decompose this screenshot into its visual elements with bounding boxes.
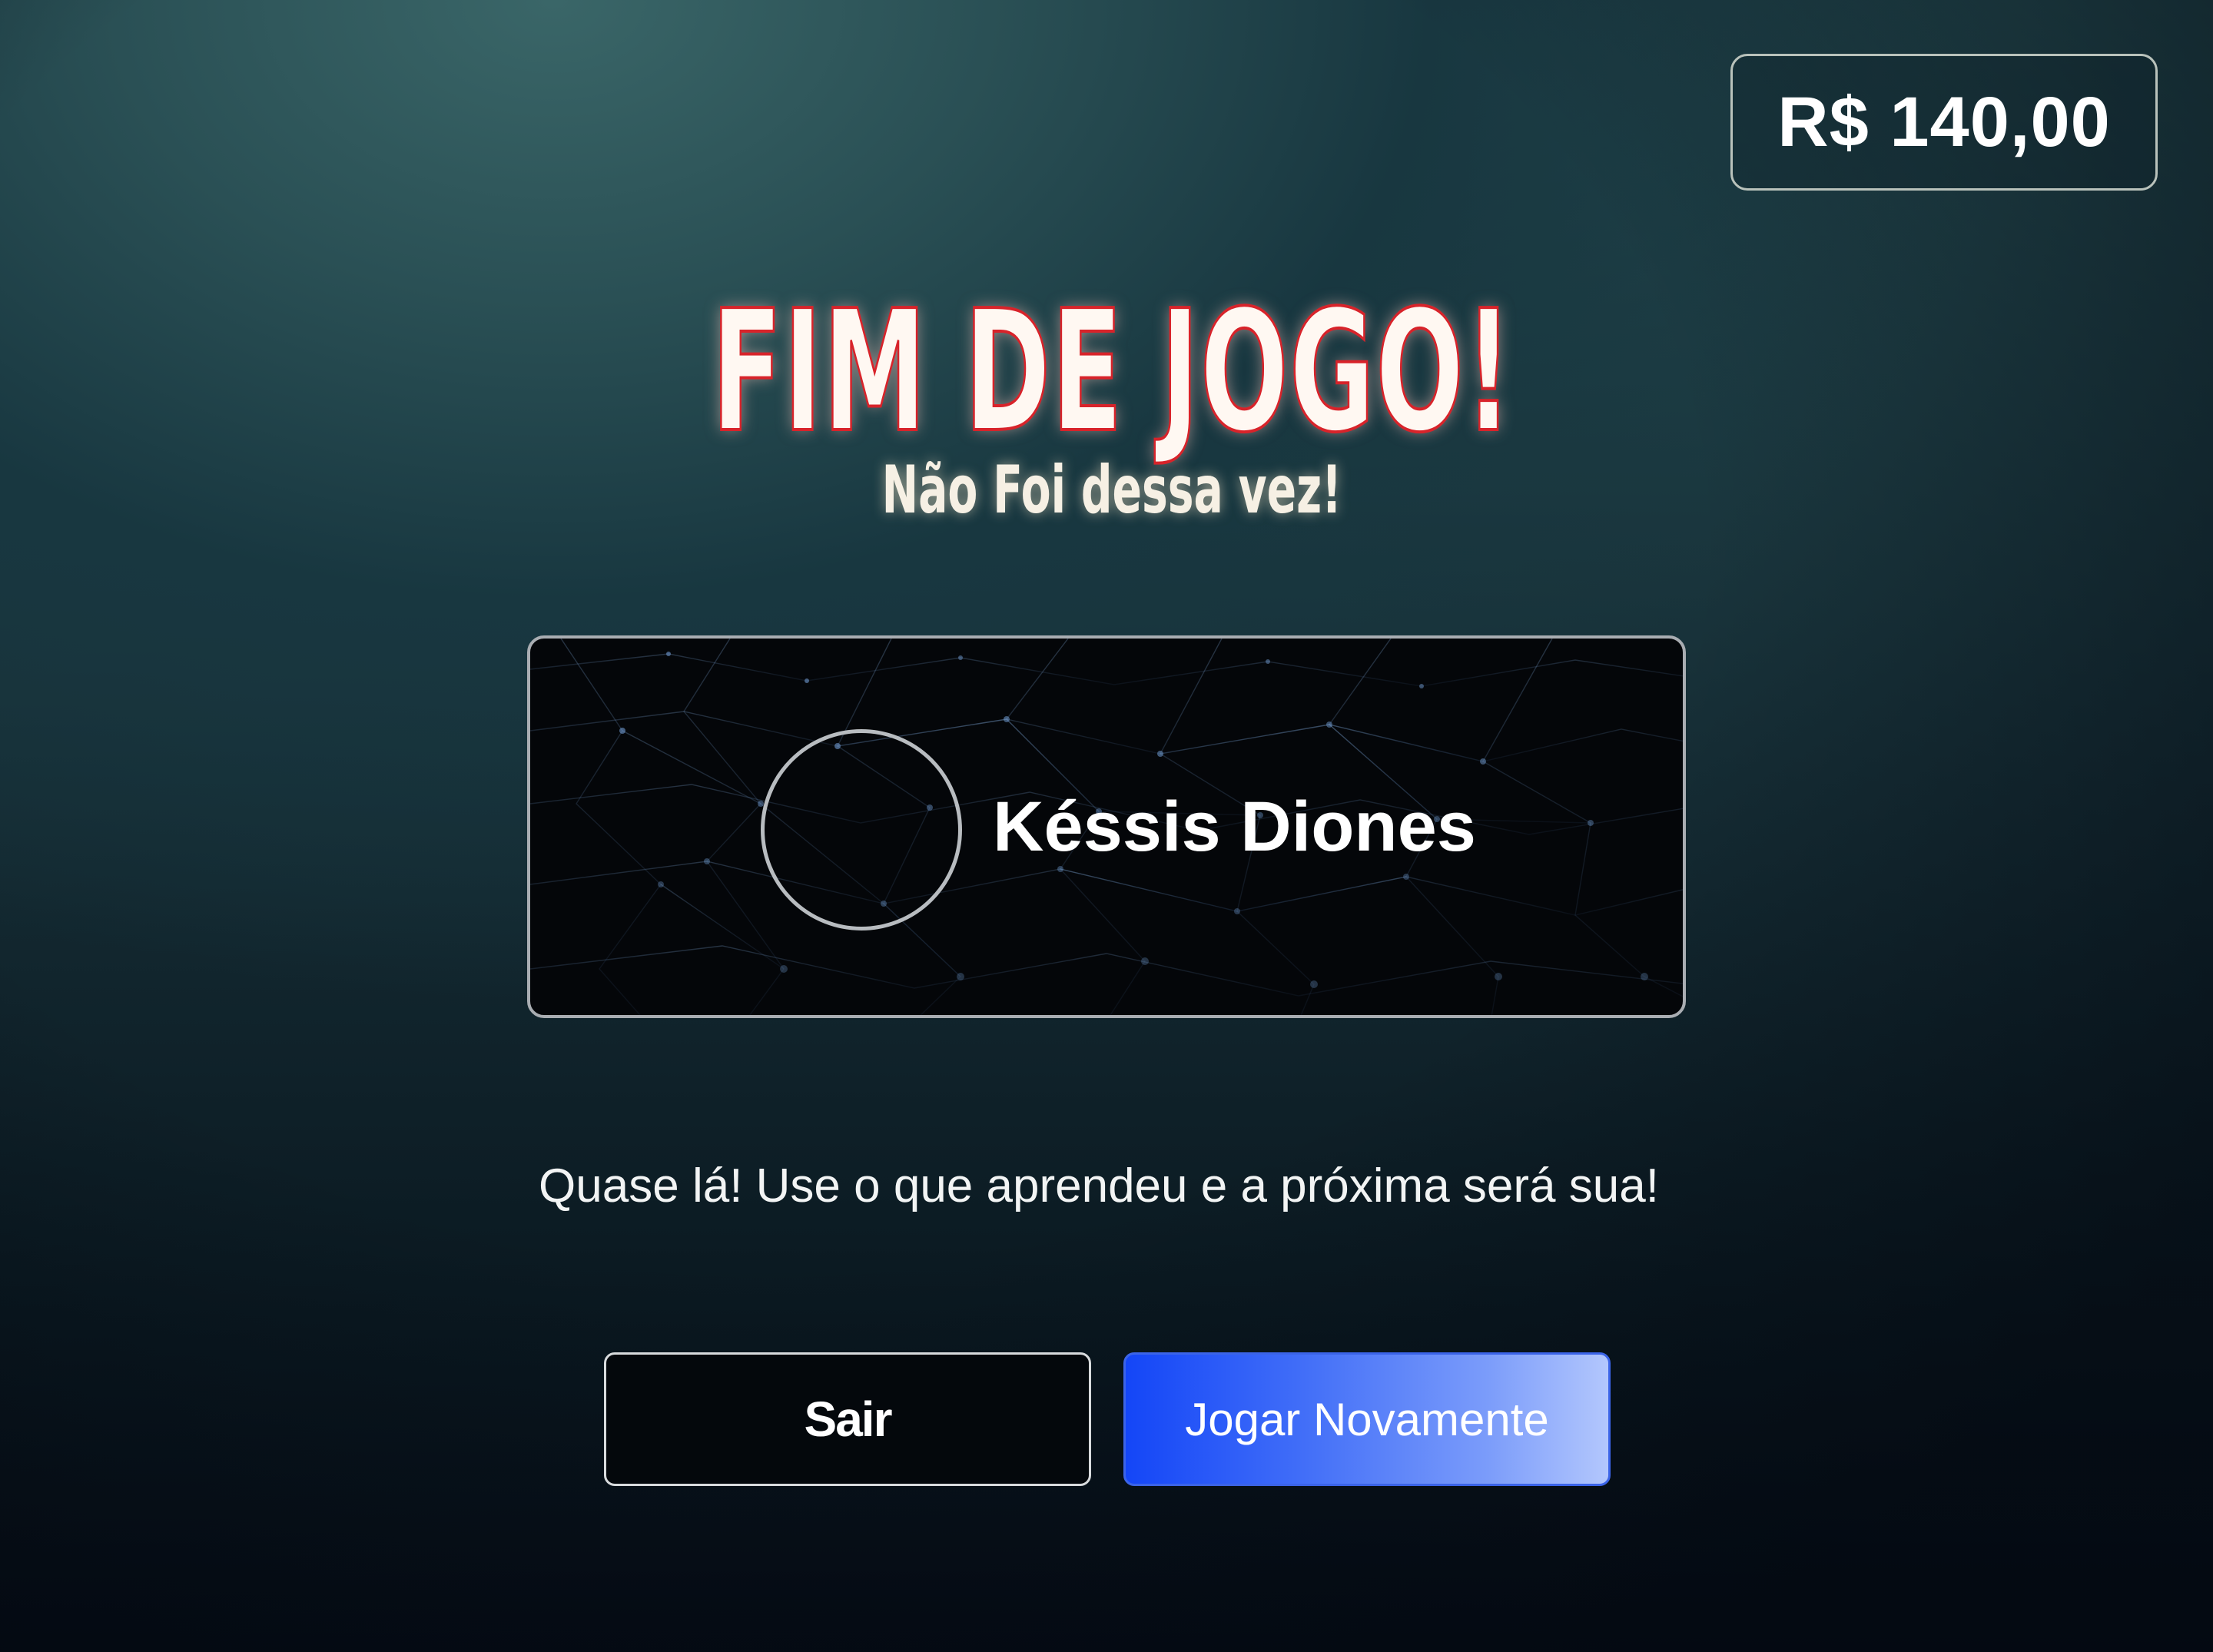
player-avatar	[761, 729, 962, 930]
game-over-subtitle: Não Foi dessa vez!	[881, 452, 1342, 529]
encouragement-message: Quase lá! Use o que aprendeu e a próxima…	[539, 1159, 1659, 1212]
game-over-title: FIM DE JOGO!	[711, 275, 1514, 469]
player-card: Késsis Diones	[527, 635, 1686, 1018]
exit-button-label: Sair	[804, 1392, 893, 1447]
balance-amount: R$ 140,00	[1777, 82, 2111, 161]
play-again-button[interactable]: Jogar Novamente	[1123, 1352, 1611, 1486]
play-again-button-label: Jogar Novamente	[1185, 1393, 1549, 1445]
player-name: Késsis Diones	[993, 788, 1476, 866]
balance-display: R$ 140,00	[1730, 54, 2158, 191]
exit-button[interactable]: Sair	[604, 1352, 1091, 1486]
